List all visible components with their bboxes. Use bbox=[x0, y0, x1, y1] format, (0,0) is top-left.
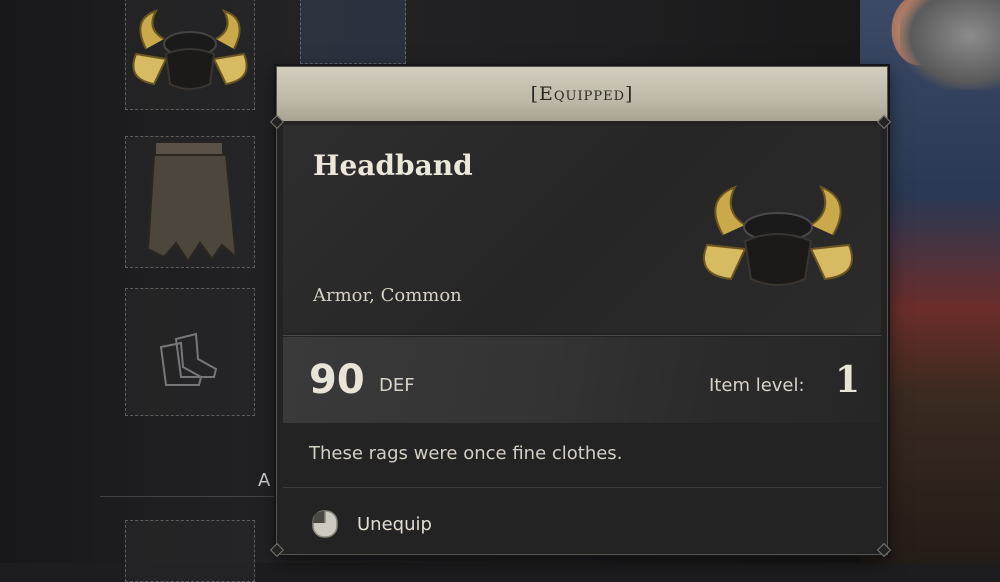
item-level-value: 1 bbox=[835, 359, 861, 401]
mouse-left-click-icon bbox=[312, 510, 338, 538]
unequip-button[interactable]: Unequip bbox=[311, 507, 432, 541]
character-hair bbox=[900, 0, 1000, 90]
equipped-banner: [Equipped] bbox=[277, 67, 887, 121]
item-level-label: Item level: bbox=[709, 375, 805, 396]
item-tooltip: [Equipped] Headband Armor, Common 90 DEF… bbox=[269, 66, 892, 558]
inventory-slot-head[interactable] bbox=[125, 0, 255, 110]
item-type: Armor, Common bbox=[313, 285, 462, 306]
inventory-slot-extra[interactable] bbox=[125, 520, 255, 582]
section-heading-fragment: A bbox=[258, 470, 271, 491]
equipped-status: [Equipped] bbox=[530, 83, 634, 105]
inventory-slot-waist[interactable] bbox=[125, 136, 255, 268]
item-name: Headband bbox=[313, 149, 473, 182]
horned-headband-icon bbox=[703, 185, 853, 286]
divider bbox=[283, 335, 881, 336]
defense-label: DEF bbox=[379, 375, 415, 396]
defense-value: 90 bbox=[309, 357, 365, 403]
item-description: These rags were once fine clothes. bbox=[309, 443, 623, 464]
item-stats: 90 DEF Item level: 1 bbox=[283, 337, 881, 423]
rag-skirt-icon bbox=[146, 143, 238, 263]
inventory-slot-legs[interactable] bbox=[300, 0, 406, 64]
boots-placeholder-icon bbox=[159, 332, 218, 386]
section-divider bbox=[100, 496, 276, 497]
item-summary: Headband Armor, Common bbox=[283, 125, 881, 333]
horned-headband-icon bbox=[132, 9, 248, 90]
unequip-label: Unequip bbox=[357, 513, 432, 535]
inventory-slot-feet[interactable] bbox=[125, 288, 255, 416]
divider bbox=[283, 487, 881, 488]
